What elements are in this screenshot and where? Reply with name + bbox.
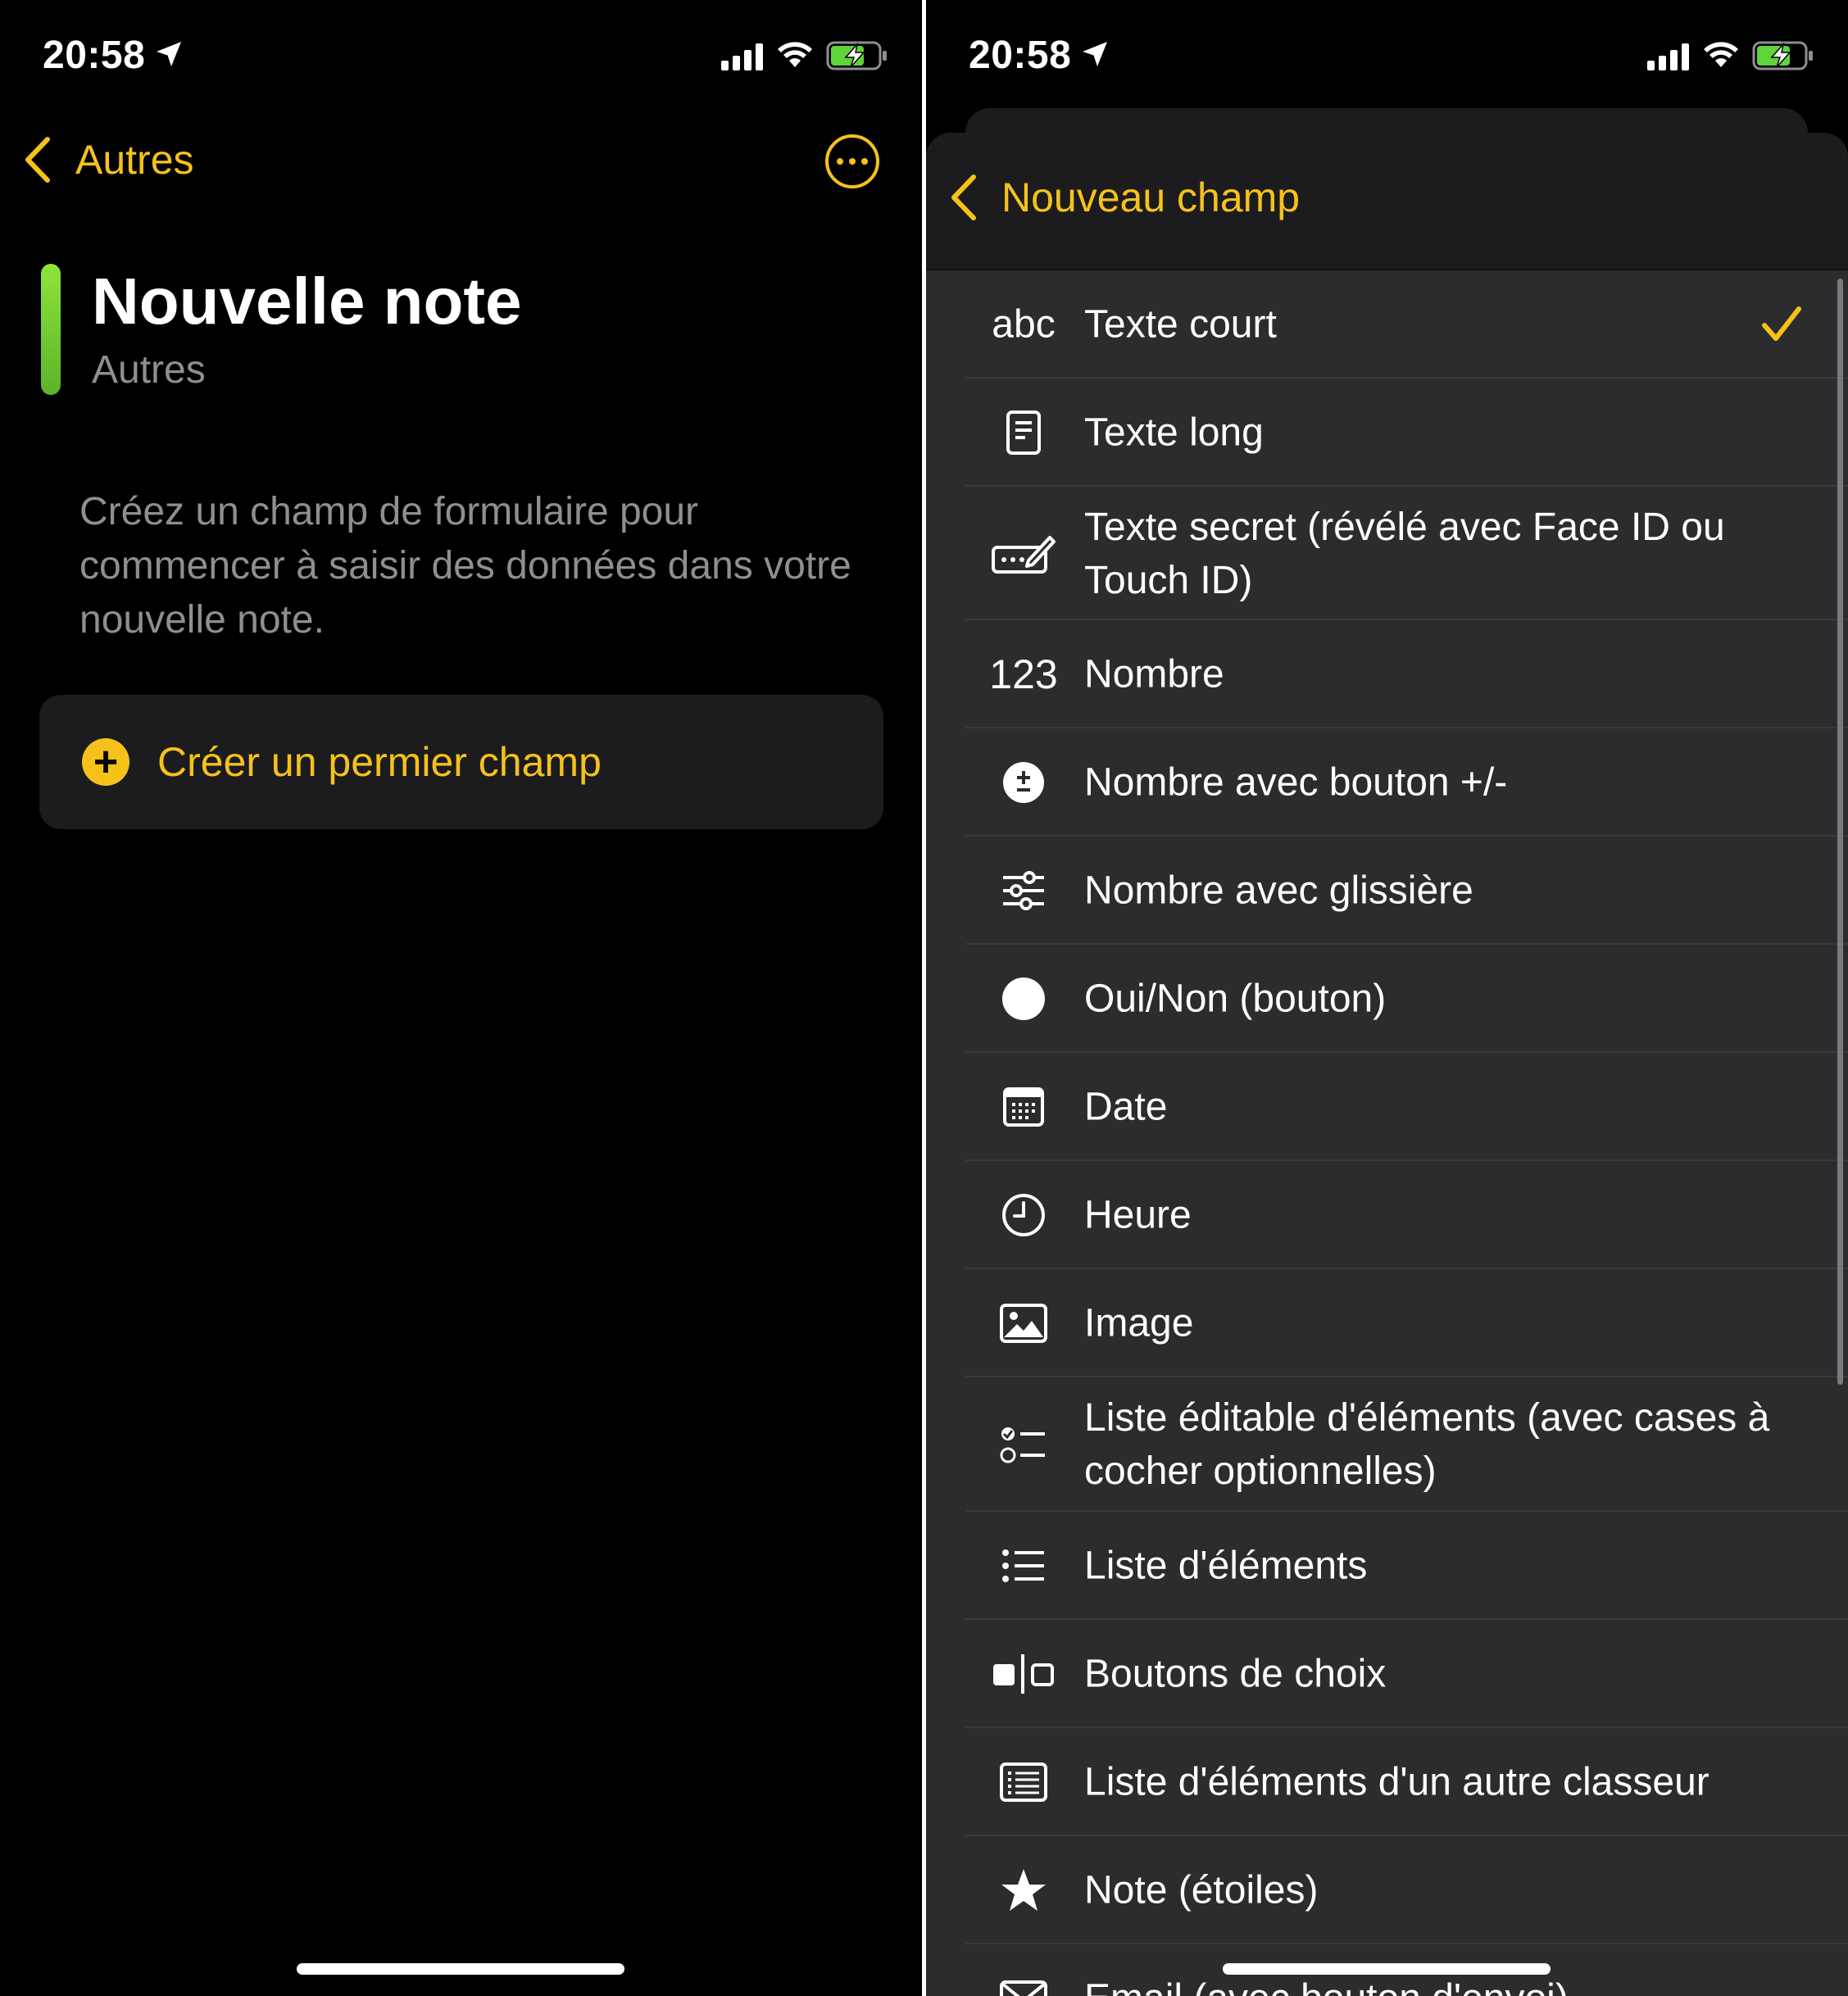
list-item-label: Note (étoiles) xyxy=(1084,1868,1319,1912)
status-time: 20:58 xyxy=(969,34,1072,77)
status-time: 20:58 xyxy=(43,34,146,77)
image-icon xyxy=(975,1303,1072,1344)
calendar-icon xyxy=(975,1086,1072,1127)
back-button-label: Nouveau champ xyxy=(1001,175,1301,220)
status-bar: 20:58 xyxy=(0,0,922,115)
more-icon-dot xyxy=(861,158,868,165)
plus-circle-icon: + xyxy=(82,738,129,786)
list-item-label: Heure xyxy=(1084,1193,1192,1237)
list-item-label: Date xyxy=(1084,1085,1168,1129)
list-item-nombre-glissiere[interactable]: Nombre avec glissière xyxy=(926,837,1848,945)
list-item-liste-editable[interactable]: Liste éditable d'éléments (avec cases à … xyxy=(926,1377,1848,1512)
toggle-circle-icon xyxy=(975,977,1072,1021)
chevron-left-icon xyxy=(25,137,50,183)
empty-state-hint: Créez un champ de formulaire pour commen… xyxy=(79,490,851,642)
list-item-label: Nombre xyxy=(1084,652,1224,696)
field-type-sheet: Nouveau champ abc Texte court Texte long… xyxy=(926,133,1848,1996)
chevron-left-icon xyxy=(951,175,976,220)
list-item-date[interactable]: Date xyxy=(926,1053,1848,1161)
note-screen: 20:58 Autres Nouvelle note Autres Créez … xyxy=(0,0,922,1996)
list-item-liste-elements[interactable]: Liste d'éléments xyxy=(926,1512,1848,1620)
list-item-label: Image xyxy=(1084,1301,1194,1345)
field-type-screen: 20:58 Nouveau champ abc Texte court Text… xyxy=(926,0,1848,1996)
number-123-icon: 123 xyxy=(989,651,1058,697)
sliders-icon xyxy=(975,871,1072,910)
list-item-image[interactable]: Image xyxy=(926,1269,1848,1377)
list-item-label: Texte court xyxy=(1084,302,1277,347)
more-options-button[interactable] xyxy=(825,134,879,188)
location-arrow-icon xyxy=(1083,42,1107,66)
checklist-icon xyxy=(975,1423,1072,1466)
document-icon xyxy=(975,410,1072,456)
list-item-texte-secret[interactable]: Texte secret (révélé avec Face ID ou Tou… xyxy=(926,487,1848,620)
list-item-boutons-choix[interactable]: Boutons de choix xyxy=(926,1620,1848,1728)
list-item-nombre-bouton[interactable]: Nombre avec bouton +/- xyxy=(926,728,1848,837)
list-item-liste-autre-classeur[interactable]: Liste d'éléments d'un autre classeur xyxy=(926,1728,1848,1836)
list-item-label: Liste d'éléments xyxy=(1084,1544,1368,1588)
battery-charging-icon xyxy=(826,41,887,70)
back-button[interactable]: Autres xyxy=(23,136,194,184)
navigation-bar: Autres xyxy=(0,131,922,197)
list-item-heure[interactable]: Heure xyxy=(926,1161,1848,1269)
password-field-icon xyxy=(975,533,1072,575)
list-item-label: Liste éditable d'éléments (avec cases à … xyxy=(1084,1396,1770,1493)
cellular-signal-icon xyxy=(721,43,763,70)
list-item-label: Boutons de choix xyxy=(1084,1652,1387,1696)
list-item-label: Nombre avec bouton +/- xyxy=(1084,760,1508,805)
list-box-icon xyxy=(975,1762,1072,1803)
envelope-icon xyxy=(975,1980,1072,1996)
list-item-label: Texte secret (révélé avec Face ID ou Tou… xyxy=(1084,505,1725,602)
more-icon-dot xyxy=(849,158,856,165)
abc-text-icon: abc xyxy=(992,302,1056,347)
choice-buttons-icon xyxy=(975,1653,1072,1695)
plus-minus-circle-icon xyxy=(975,761,1072,804)
star-icon xyxy=(975,1867,1072,1913)
note-color-bar xyxy=(41,264,61,395)
wifi-icon xyxy=(1704,42,1738,67)
more-icon-dot xyxy=(837,158,843,165)
list-item-texte-court[interactable]: abc Texte court xyxy=(926,270,1848,379)
list-item-label: Texte long xyxy=(1084,411,1264,455)
list-item-oui-non[interactable]: Oui/Non (bouton) xyxy=(926,945,1848,1053)
battery-charging-icon xyxy=(1752,41,1813,70)
list-item-label: Oui/Non (bouton) xyxy=(1084,977,1387,1021)
list-item-texte-long[interactable]: Texte long xyxy=(926,379,1848,487)
home-indicator[interactable] xyxy=(1223,1963,1551,1975)
page-subtitle: Autres xyxy=(92,348,206,392)
create-first-field-button[interactable]: + Créer un permier champ xyxy=(39,695,883,829)
list-bullet-icon xyxy=(975,1548,1072,1584)
field-type-list: abc Texte court Texte long Texte secret … xyxy=(926,270,1848,1996)
list-item-label: Nombre avec glissière xyxy=(1084,869,1473,913)
page-title: Nouvelle note xyxy=(92,265,522,338)
wifi-icon xyxy=(778,42,812,67)
list-item-label: Liste d'éléments d'un autre classeur xyxy=(1084,1760,1710,1804)
clock-icon xyxy=(975,1193,1072,1237)
create-first-field-label: Créer un permier champ xyxy=(157,739,602,785)
location-arrow-icon xyxy=(157,42,181,66)
sheet-header: Nouveau champ xyxy=(926,133,1848,270)
cellular-signal-icon xyxy=(1647,43,1689,70)
list-item-label: Email (avec bouton d'envoi) xyxy=(1084,1972,1797,1996)
back-button-label: Autres xyxy=(75,137,194,183)
list-item-nombre[interactable]: 123 Nombre xyxy=(926,620,1848,728)
checkmark-icon xyxy=(1762,306,1801,341)
status-bar: 20:58 xyxy=(926,0,1848,115)
home-indicator[interactable] xyxy=(297,1963,624,1975)
list-item-note-etoiles[interactable]: Note (étoiles) xyxy=(926,1836,1848,1944)
scrollbar[interactable] xyxy=(1837,279,1843,1385)
back-button[interactable]: Nouveau champ xyxy=(949,174,1300,221)
